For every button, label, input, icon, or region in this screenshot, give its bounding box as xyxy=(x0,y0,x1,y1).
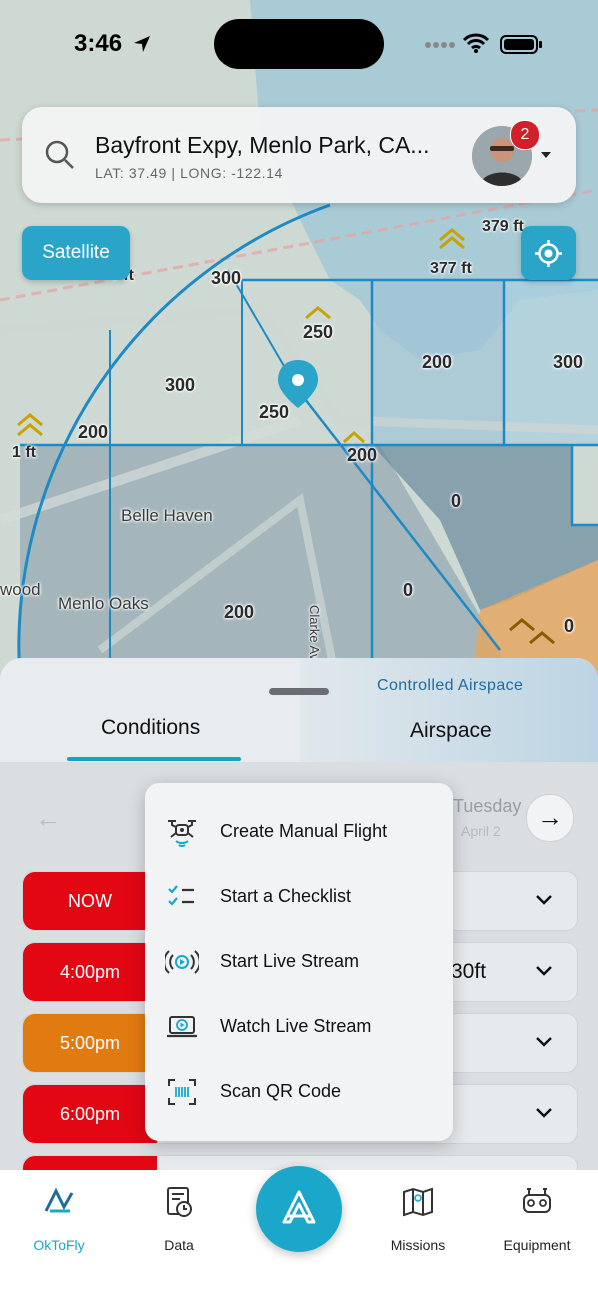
chevron-down-icon[interactable] xyxy=(535,894,553,906)
menu-item-label: Create Manual Flight xyxy=(220,821,388,841)
tab-label: Missions xyxy=(390,1237,446,1253)
chevron-down-icon[interactable] xyxy=(540,151,552,159)
map-ceiling-label: 250 xyxy=(259,402,290,422)
row-time: 5:00pm xyxy=(23,1014,157,1072)
chevron-down-icon[interactable] xyxy=(535,1107,553,1119)
map-ceiling-label: 300 xyxy=(553,352,584,372)
map-ceiling-label: 200 xyxy=(422,352,453,372)
oktofly-logo-icon xyxy=(44,1187,74,1213)
menu-item-label: Start a Checklist xyxy=(220,886,352,906)
map-ceiling-label: 200 xyxy=(347,445,378,465)
signal-icon xyxy=(425,42,455,48)
broadcast-icon xyxy=(165,950,199,974)
map-ceiling-label: 200 xyxy=(78,422,109,442)
map-ceiling-label: 300 xyxy=(165,375,196,395)
active-tab-indicator xyxy=(67,757,241,761)
day-label: Tuesday xyxy=(453,796,522,816)
map-altitude-label: 1 ft xyxy=(12,444,36,461)
app-logo-icon xyxy=(282,1190,316,1224)
menu-item-label: Scan QR Code xyxy=(220,1081,342,1101)
recenter-location-button[interactable] xyxy=(521,226,576,280)
drone-icon xyxy=(168,820,196,847)
date-label: April 2 xyxy=(461,823,501,839)
satellite-toggle-button[interactable]: Satellite xyxy=(22,226,130,280)
laptop-play-icon xyxy=(167,1016,197,1038)
quick-actions-menu: Create Manual Flight Start a Checklist S… xyxy=(145,783,453,1141)
search-icon[interactable] xyxy=(44,139,76,171)
row-time: 4:00pm xyxy=(23,943,157,1001)
tab-equipment[interactable]: Equipment xyxy=(482,1185,592,1253)
place-label: Menlo Oaks xyxy=(58,594,149,613)
tab-airspace[interactable]: Airspace xyxy=(410,719,492,743)
tab-label: Equipment xyxy=(503,1237,571,1253)
map-ceiling-label: 0 xyxy=(403,580,414,600)
map-ceiling-label: 0 xyxy=(564,616,575,636)
menu-item-scan-qr-code[interactable]: Scan QR Code xyxy=(145,1059,453,1123)
menu-item-label: Watch Live Stream xyxy=(220,1016,372,1036)
tab-oktofly[interactable]: OkToFly xyxy=(4,1185,114,1253)
quick-actions-button[interactable] xyxy=(256,1166,342,1252)
row-time: 6:00pm xyxy=(23,1085,157,1143)
next-day-button[interactable]: → xyxy=(526,794,574,842)
clock: 3:46 xyxy=(74,30,123,57)
row-value: 30ft xyxy=(451,960,487,983)
map-ceiling-label: 300 xyxy=(211,268,242,288)
menu-item-watch-live-stream[interactable]: Watch Live Stream xyxy=(145,994,453,1058)
location-search-card[interactable]: Bayfront Expy, Menlo Park, CA... LAT: 37… xyxy=(22,107,576,203)
wifi-icon xyxy=(462,33,490,53)
qr-scan-icon xyxy=(168,1079,196,1105)
menu-item-label: Start Live Stream xyxy=(220,951,360,971)
map-ceiling-label: 200 xyxy=(224,602,255,622)
place-label: Belle Haven xyxy=(121,506,213,525)
tab-missions[interactable]: Missions xyxy=(363,1185,473,1253)
map-altitude-label: 377 ft xyxy=(430,260,472,277)
tab-conditions[interactable]: Conditions xyxy=(101,716,200,740)
map-ceiling-label: 0 xyxy=(451,491,462,511)
airspace-tab-background xyxy=(300,658,598,762)
menu-item-create-manual-flight[interactable]: Create Manual Flight xyxy=(145,799,453,863)
previous-day-button[interactable]: ← xyxy=(26,796,70,840)
tab-label: Data xyxy=(164,1237,194,1253)
menu-item-start-live-stream[interactable]: Start Live Stream xyxy=(145,929,453,993)
tab-label: OkToFly xyxy=(33,1237,85,1253)
airspace-map[interactable]: 379 ft 377 ft 9 ft 1 ft 300 250 300 250 … xyxy=(0,0,598,700)
document-clock-icon xyxy=(167,1187,192,1217)
status-bar: 3:46 xyxy=(0,0,598,90)
map-drone-icon xyxy=(403,1187,433,1217)
location-coordinates: LAT: 37.49 | LONG: -122.14 xyxy=(95,165,283,181)
chevron-down-icon[interactable] xyxy=(535,965,553,977)
dynamic-island xyxy=(214,19,384,69)
checklist-icon xyxy=(168,885,194,906)
chevron-down-icon[interactable] xyxy=(535,1036,553,1048)
map-ceiling-label: 250 xyxy=(303,322,334,342)
location-arrow-icon xyxy=(134,36,150,52)
map-altitude-label: 379 ft xyxy=(482,218,524,235)
controlled-airspace-label: Controlled Airspace xyxy=(377,677,524,694)
drag-handle[interactable] xyxy=(269,688,329,695)
row-time: NOW xyxy=(23,872,157,930)
battery-icon xyxy=(500,35,542,54)
notification-badge: 2 xyxy=(510,120,540,150)
crosshair-icon xyxy=(535,240,562,267)
menu-item-start-checklist[interactable]: Start a Checklist xyxy=(145,864,453,928)
tab-data[interactable]: Data xyxy=(124,1185,234,1253)
place-label: wood xyxy=(0,580,41,599)
location-address[interactable]: Bayfront Expy, Menlo Park, CA... xyxy=(95,132,429,159)
controller-icon xyxy=(523,1188,551,1213)
